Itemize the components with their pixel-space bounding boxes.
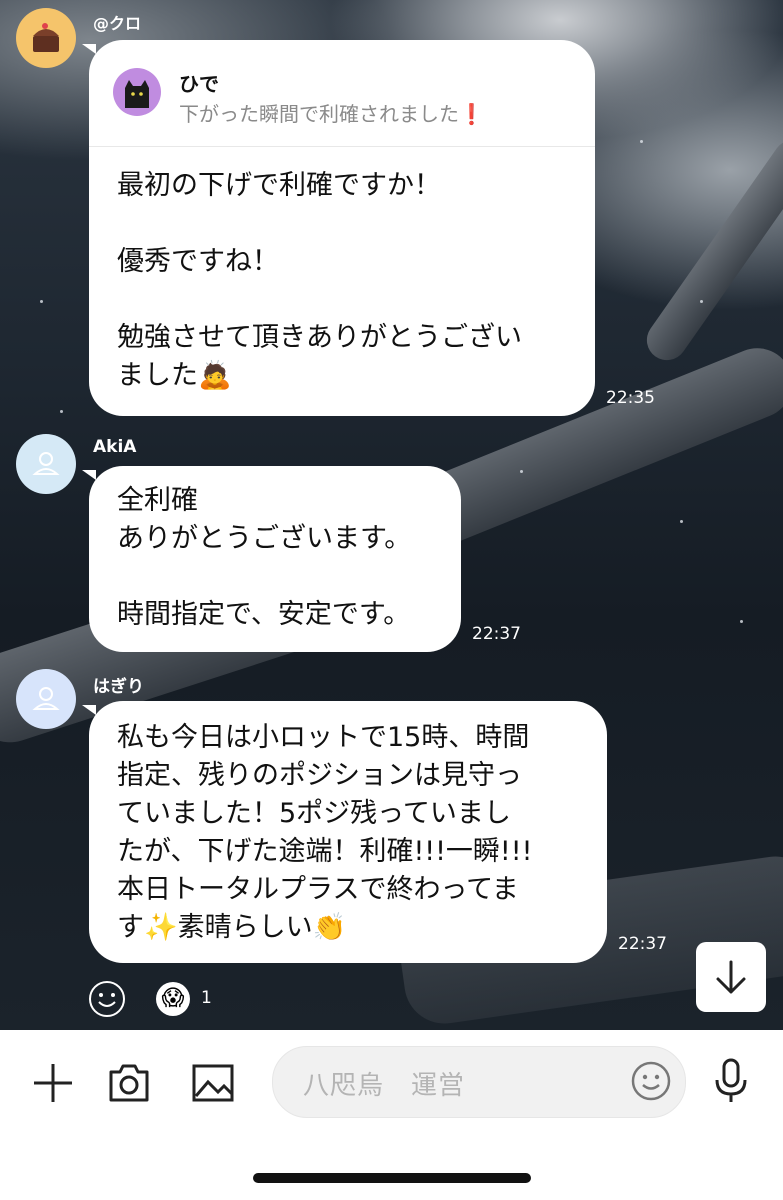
emoji-icon[interactable] bbox=[631, 1061, 671, 1105]
message-input-placeholder: 八咫烏 運営 bbox=[303, 1071, 466, 1101]
default-user-icon bbox=[32, 687, 60, 710]
bubble-tail bbox=[82, 44, 96, 54]
message-time: 22:35 bbox=[606, 388, 655, 408]
message-text: 最初の下げで利確ですか！ 優秀ですね！ 勉強させて頂きありがとうござい ました🙇 bbox=[117, 170, 522, 391]
quote-text: 下がった瞬間で利確されました❗ bbox=[179, 98, 484, 127]
quote-name: ひで bbox=[179, 72, 219, 96]
chat-area[interactable]: @クロ ひで 下がった瞬間で利確されました❗ 最初の下げで利確ですか！ 優秀です… bbox=[0, 0, 783, 1030]
background-star bbox=[60, 410, 63, 413]
cat-icon bbox=[125, 80, 149, 108]
scroll-to-bottom-button[interactable] bbox=[696, 942, 766, 1012]
sender-name: AkiA bbox=[93, 437, 137, 457]
message-input[interactable]: 八咫烏 運営 bbox=[272, 1046, 686, 1118]
bubble-tail bbox=[82, 470, 96, 480]
camera-icon[interactable] bbox=[106, 1060, 152, 1110]
exclamation-icon: ❗ bbox=[459, 102, 484, 126]
message-text: 全利確 ありがとうございます。 時間指定で、安定です。 bbox=[117, 485, 412, 630]
arrow-down-icon bbox=[716, 960, 746, 994]
message-bubble[interactable]: 私も今日は小ロットで15時、時間 指定、残りのポジションは見守っ ていました！5… bbox=[89, 701, 607, 963]
reaction-face-icon[interactable]: 😱 bbox=[156, 982, 190, 1016]
quote-divider bbox=[89, 146, 595, 147]
plus-icon[interactable] bbox=[30, 1060, 76, 1110]
sender-name: はぎり bbox=[93, 677, 144, 697]
avatar-kuro[interactable] bbox=[16, 8, 76, 68]
background-star bbox=[700, 300, 703, 303]
avatar-akia[interactable] bbox=[16, 434, 76, 494]
background-branch bbox=[639, 132, 783, 368]
microphone-icon[interactable] bbox=[710, 1056, 752, 1110]
sender-name: @クロ bbox=[93, 14, 142, 33]
home-indicator bbox=[253, 1173, 531, 1183]
message-text: 私も今日は小ロットで15時、時間 指定、残りのポジションは見守っ ていました！5… bbox=[117, 722, 533, 943]
cake-icon bbox=[33, 23, 59, 52]
background-star bbox=[740, 620, 743, 623]
message-time: 22:37 bbox=[472, 624, 521, 644]
background-star bbox=[680, 520, 683, 523]
image-icon[interactable] bbox=[190, 1060, 236, 1110]
quote-text-body: 下がった瞬間で利確されました bbox=[179, 102, 459, 126]
quote-avatar bbox=[113, 68, 161, 116]
message-time: 22:37 bbox=[618, 934, 667, 954]
avatar-hagiri[interactable] bbox=[16, 669, 76, 729]
default-user-icon bbox=[32, 452, 60, 475]
background-star bbox=[40, 300, 43, 303]
message-bubble[interactable]: 全利確 ありがとうございます。 時間指定で、安定です。 bbox=[89, 466, 461, 652]
background-star bbox=[640, 140, 643, 143]
bubble-tail bbox=[82, 705, 96, 715]
smiley-reaction-icon[interactable] bbox=[88, 980, 126, 1018]
background-star bbox=[520, 470, 523, 473]
reaction-count: 1 bbox=[201, 988, 212, 1008]
message-bubble[interactable]: ひで 下がった瞬間で利確されました❗ 最初の下げで利確ですか！ 優秀ですね！ 勉… bbox=[89, 40, 595, 416]
